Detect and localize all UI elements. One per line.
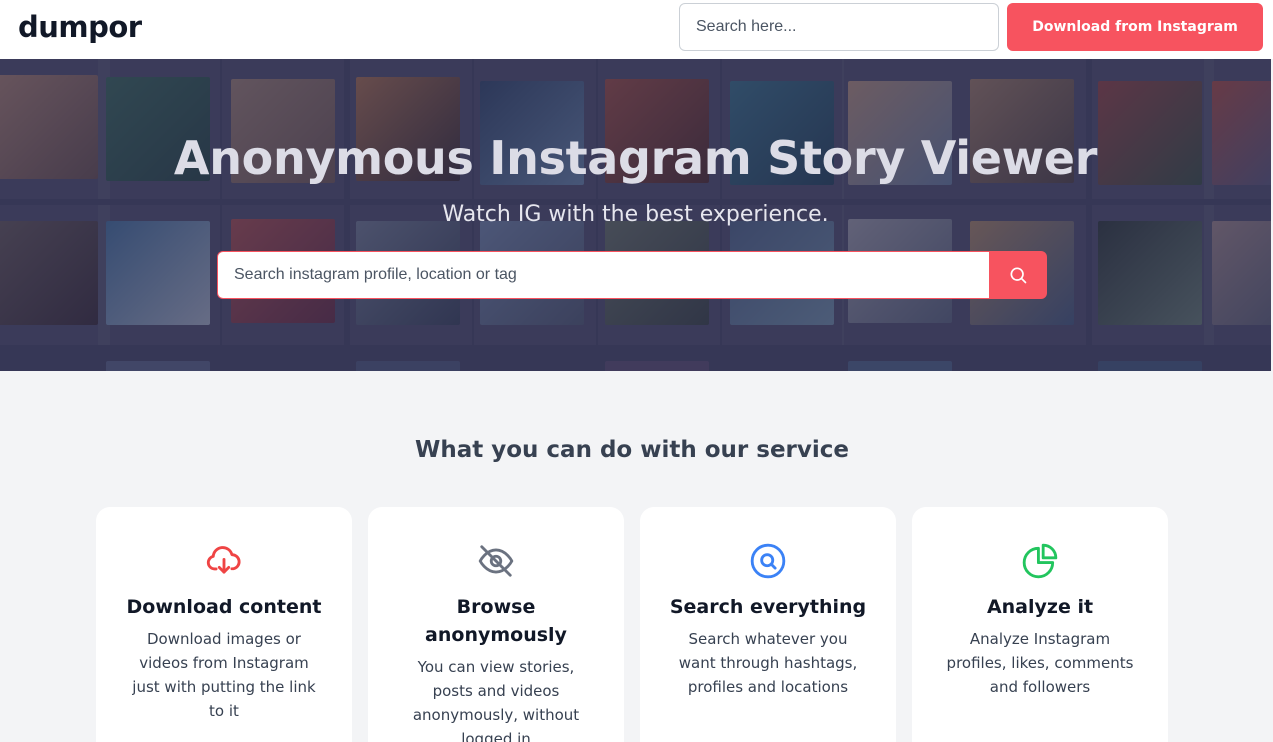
service-cards: Download content Download images or vide… xyxy=(96,507,1168,742)
hero-title: Anonymous Instagram Story Viewer xyxy=(173,131,1098,185)
download-from-instagram-button[interactable]: Download from Instagram xyxy=(1007,3,1263,51)
card-title: Search everything xyxy=(669,596,867,618)
card-description: Analyze Instagram profiles, likes, comme… xyxy=(946,630,1134,696)
services-heading: What you can do with our service xyxy=(414,437,850,463)
top-header: dumpor Download from Instagram xyxy=(0,0,1273,59)
service-card-download: Download content Download images or vide… xyxy=(96,507,352,742)
eye-off-icon xyxy=(476,541,516,581)
service-card-analyze: Analyze it Analyze Instagram profiles, l… xyxy=(912,507,1168,742)
card-title: Analyze it xyxy=(986,596,1094,618)
hero-banner: Anonymous Instagram Story Viewer Watch I… xyxy=(0,59,1271,371)
card-description: Search whatever you want through hashtag… xyxy=(678,630,858,696)
hero-search-button[interactable] xyxy=(989,251,1047,299)
service-card-search: Search everything Search whatever you wa… xyxy=(640,507,896,742)
card-description: Download images or videos from Instagram… xyxy=(132,630,316,720)
search-icon xyxy=(1010,267,1027,284)
hero-search-bar xyxy=(217,251,1047,299)
site-logo[interactable]: dumpor xyxy=(18,10,142,44)
pie-chart-icon xyxy=(1020,541,1060,581)
card-title: Browse anonymously xyxy=(425,596,567,646)
service-card-browse: Browse anonymously You can view stories,… xyxy=(368,507,624,742)
search-circle-icon xyxy=(748,541,788,581)
card-description: You can view stories, posts and videos a… xyxy=(412,658,580,742)
card-title: Download content xyxy=(126,596,322,618)
hero-search-input[interactable] xyxy=(217,251,989,299)
cloud-download-icon xyxy=(204,541,244,581)
header-search-input[interactable] xyxy=(679,3,999,51)
hero-subtitle: Watch IG with the best experience. xyxy=(442,202,829,227)
